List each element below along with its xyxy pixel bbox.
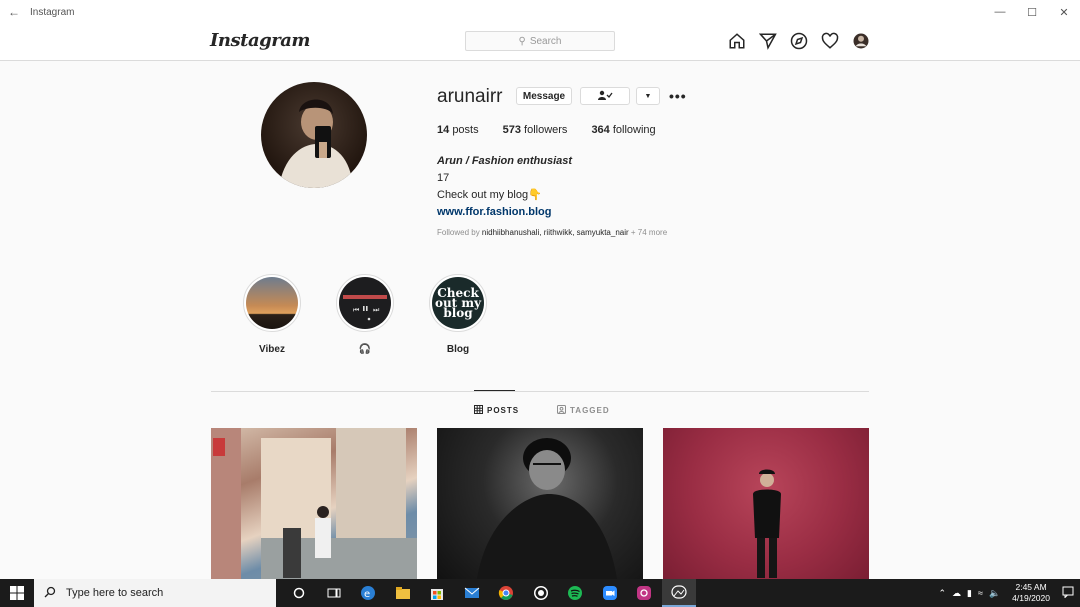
grid-icon — [474, 405, 483, 416]
profile-stats: 14 posts 573 followers 364 following — [437, 124, 680, 136]
tabs-divider — [211, 391, 869, 392]
mail-icon[interactable] — [455, 579, 490, 607]
edge-icon[interactable]: e — [351, 579, 386, 607]
taskbar-search-placeholder: Type here to search — [66, 587, 164, 599]
close-icon[interactable]: ✕ — [1048, 0, 1080, 24]
direct-messages-icon[interactable] — [758, 31, 778, 51]
activity-heart-icon[interactable] — [820, 31, 840, 51]
chrome-icon[interactable] — [489, 579, 524, 607]
instagram-app-icon[interactable] — [627, 579, 662, 607]
message-button[interactable]: Message — [516, 87, 572, 105]
profile-avatar[interactable] — [261, 82, 367, 188]
stat-followers[interactable]: 573 followers — [503, 124, 568, 136]
tag-icon — [557, 405, 566, 416]
photos-app-icon[interactable] — [661, 579, 696, 607]
highlight-cover: Check out my blog — [432, 277, 484, 329]
highlight-cover: ⏮ ⏭ — [339, 277, 391, 329]
instagram-nav: Instagram ⚲ Search — [0, 24, 1080, 61]
bio-website-link[interactable]: www.ffor.fashion.blog — [437, 204, 572, 221]
notifications-icon[interactable] — [1062, 586, 1074, 600]
active-tab-indicator — [474, 390, 515, 391]
highlight-blog[interactable]: Check out my blog Blog — [429, 274, 487, 355]
stat-posts[interactable]: 14 posts — [437, 124, 479, 136]
followed-by[interactable]: Followed by nidhiibhanushali, riithwikk,… — [437, 228, 667, 237]
explore-icon[interactable] — [789, 31, 809, 51]
caret-down-icon: ▼ — [644, 92, 652, 100]
file-explorer-icon[interactable] — [386, 579, 421, 607]
svg-text:⏭: ⏭ — [373, 306, 380, 314]
svg-text:⏮: ⏮ — [353, 306, 359, 314]
taskbar-search-input[interactable]: Type here to search — [34, 579, 276, 607]
task-view-icon[interactable] — [317, 579, 352, 607]
profile-avatar-icon[interactable] — [851, 31, 871, 51]
suggestions-dropdown-button[interactable]: ▼ — [636, 87, 660, 105]
search-placeholder: Search — [529, 35, 562, 47]
highlight-cover — [246, 277, 298, 329]
whatsapp-icon[interactable] — [524, 579, 559, 607]
zoom-icon[interactable] — [593, 579, 628, 607]
nav-icons — [727, 31, 871, 51]
following-button[interactable] — [580, 87, 630, 105]
bio-line: 17 — [437, 172, 450, 184]
post-thumbnail[interactable] — [211, 428, 417, 579]
search-input[interactable]: ⚲ Search — [465, 31, 615, 51]
search-icon — [44, 586, 56, 601]
spotify-icon[interactable] — [558, 579, 593, 607]
system-tray: ⌃ ☁ ▮ ≈ 🔈 2:45 AM 4/19/2020 — [939, 579, 1080, 607]
bio-name: Arun / Fashion enthusiast — [437, 155, 573, 167]
profile-bio: Arun / Fashion enthusiast 17 Check out m… — [437, 153, 572, 221]
more-options-icon[interactable]: ••• — [669, 88, 687, 104]
maximize-icon[interactable]: ☐ — [1016, 0, 1048, 24]
windows-start-icon[interactable] — [0, 579, 34, 607]
microsoft-store-icon[interactable] — [420, 579, 455, 607]
search-icon: ⚲ — [518, 35, 526, 47]
windows-taskbar: Type here to search e ⌃ ☁ ▮ ≈ 🔈 2:45 AM … — [0, 579, 1080, 607]
highlight-vibez[interactable]: Vibez — [243, 274, 301, 355]
highlight-label: Vibez — [259, 344, 285, 355]
bio-line: Check out my blog👇 — [437, 189, 542, 201]
stat-following[interactable]: 364 following — [591, 124, 655, 136]
highlight-label: Blog — [446, 344, 470, 355]
chevron-up-icon[interactable]: ⌃ — [939, 588, 947, 599]
home-icon[interactable] — [727, 31, 747, 51]
battery-icon[interactable]: ▮ — [967, 588, 972, 599]
volume-icon[interactable]: 🔈 — [989, 588, 1000, 599]
window-title: Instagram — [30, 6, 75, 18]
instagram-logo[interactable]: Instagram — [210, 30, 310, 51]
onedrive-icon[interactable]: ☁ — [952, 588, 961, 599]
taskbar-clock[interactable]: 2:45 AM 4/19/2020 — [1012, 582, 1050, 604]
highlight-music[interactable]: ⏮ ⏭ 🎧 — [336, 274, 394, 355]
taskbar-apps: e — [282, 579, 696, 607]
user-check-icon — [597, 90, 613, 103]
tab-posts[interactable]: POSTS — [474, 405, 519, 416]
cortana-icon[interactable] — [282, 579, 317, 607]
headphones-icon: 🎧 — [358, 344, 372, 355]
wifi-icon[interactable]: ≈ — [978, 588, 983, 598]
post-thumbnail[interactable] — [437, 428, 643, 579]
svg-text:e: e — [364, 589, 370, 600]
window-controls: — ☐ ✕ — [984, 0, 1080, 24]
post-thumbnail[interactable] — [663, 428, 869, 579]
back-arrow-icon[interactable]: ← — [0, 5, 28, 19]
minimize-icon[interactable]: — — [984, 0, 1016, 24]
window-titlebar: ← Instagram — ☐ ✕ — [0, 0, 1080, 24]
profile-username: arunairr — [437, 86, 503, 107]
tab-tagged[interactable]: TAGGED — [557, 405, 610, 416]
